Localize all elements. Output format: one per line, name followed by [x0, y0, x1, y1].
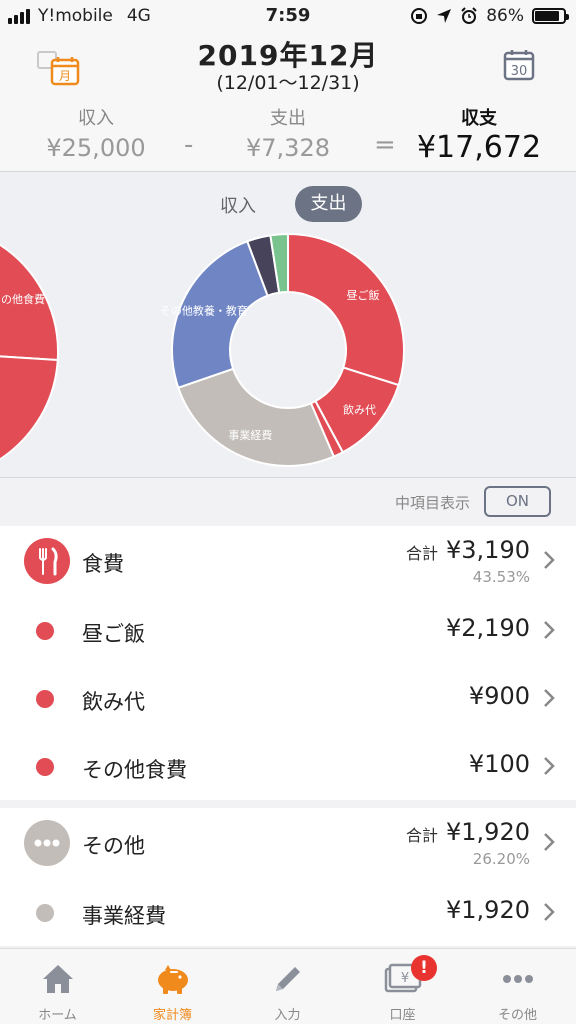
tab-more[interactable]: その他	[460, 949, 575, 1024]
status-bar: Y!mobile 4G 7:59 86%	[0, 0, 576, 34]
calendar-day-button[interactable]: 30	[502, 48, 536, 82]
status-right: 86%	[410, 6, 569, 26]
subcategory-amount: ¥900	[468, 682, 530, 710]
subcategory-toggle[interactable]: ON	[484, 486, 551, 517]
expense-value: ¥7,328	[246, 134, 330, 162]
category-group-food: 食費 合計 ¥3,190 43.53% 昼ご飯 ¥2,190 飲み代 ¥900 …	[0, 526, 576, 800]
balance-summary: 収支 ¥17,672	[404, 104, 554, 165]
slice-label: 飲み代	[343, 402, 376, 416]
category-list: 食費 合計 ¥3,190 43.53% 昼ご飯 ¥2,190 飲み代 ¥900 …	[0, 526, 576, 946]
slice-label: 昼ご飯	[347, 288, 380, 302]
subcategory-row[interactable]: 事業経費 ¥1,920	[0, 878, 576, 946]
slice-label: その他教養・教育	[160, 303, 248, 317]
balance-label: 収支	[461, 108, 497, 129]
home-icon	[43, 965, 73, 993]
equals-sign: =	[374, 130, 396, 160]
tab-home[interactable]: ホーム	[0, 949, 115, 1024]
month-header: 月 2019年12月 (12/01〜12/31) 30 収入 ¥25,000 -…	[0, 34, 576, 172]
donut-slice[interactable]	[177, 367, 336, 467]
subcategory-row[interactable]: 昼ご飯 ¥2,190	[0, 596, 576, 664]
location-icon	[437, 9, 452, 23]
piggy-bank-icon	[158, 965, 188, 994]
tab-label: 家計簿	[152, 1008, 192, 1023]
chevron-right-icon	[544, 903, 555, 921]
subcategory-row[interactable]: その他食費 ¥100	[0, 732, 576, 800]
tab-household-book[interactable]: 家計簿	[115, 949, 230, 1024]
chevron-right-icon	[544, 833, 555, 851]
slice-label: 事業経費	[228, 428, 272, 442]
color-dot	[36, 622, 54, 640]
fork-knife-icon	[24, 538, 70, 584]
calendar-icon: 30	[503, 50, 535, 81]
battery-icon	[532, 8, 569, 24]
notification-badge: !	[411, 955, 437, 981]
category-row-other[interactable]: その他 合計 ¥1,920 26.20%	[0, 808, 576, 878]
category-total: ¥1,920	[446, 818, 530, 846]
subcategory-name: 飲み代	[82, 690, 145, 714]
expense-summary: 支出 ¥7,328	[232, 104, 344, 162]
total-label: 合計	[405, 826, 438, 845]
category-row-food[interactable]: 食費 合計 ¥3,190 43.53%	[0, 526, 576, 596]
subcategory-amount: ¥100	[468, 750, 530, 778]
category-name: 食費	[82, 552, 124, 576]
more-dots-icon	[503, 975, 533, 983]
more-dots-icon	[24, 820, 70, 866]
svg-text:¥: ¥	[401, 971, 409, 986]
group-divider	[0, 800, 576, 808]
adjacent-chart-peek: その他食費	[0, 243, 59, 461]
subcategory-name: 昼ご飯	[82, 622, 145, 646]
subcategory-name: 事業経費	[82, 904, 166, 928]
category-percent: 26.20%	[472, 850, 530, 868]
expense-label: 支出	[270, 108, 306, 129]
category-percent: 43.53%	[472, 568, 530, 586]
income-label: 収入	[78, 108, 114, 129]
subcategory-amount: ¥2,190	[446, 614, 530, 642]
tab-bar: ホーム 家計簿 入力 ¥ ! 口座 その他	[0, 948, 576, 1024]
balance-value: ¥17,672	[416, 130, 542, 165]
color-dot	[36, 904, 54, 922]
summary-row: 収入 ¥25,000 - 支出 ¥7,328 = 収支 ¥17,672	[0, 104, 576, 166]
adjacent-chart-slice	[0, 355, 59, 461]
options-row: 中項目表示 ON	[0, 478, 576, 526]
category-total: ¥3,190	[446, 536, 530, 564]
adjacent-chart-label: その他食費	[0, 292, 45, 306]
tab-input[interactable]: 入力	[230, 949, 345, 1024]
donut-slice[interactable]	[287, 232, 405, 387]
segment-income[interactable]: 収入	[220, 192, 256, 218]
tab-label: 口座	[389, 1008, 416, 1023]
pencil-icon	[276, 967, 300, 991]
date-range: (12/01〜12/31)	[216, 72, 360, 94]
income-summary: 収入 ¥25,000	[40, 104, 152, 162]
tab-label: 入力	[274, 1008, 301, 1023]
subcategory-row[interactable]: 飲み代 ¥900	[0, 664, 576, 732]
chart-section: 昼ご飯飲み代事業経費 その他教養・教育 その他食費 収入 支出	[0, 172, 576, 478]
rotation-lock-icon	[411, 8, 428, 24]
alarm-icon	[461, 7, 477, 24]
subcategory-amount: ¥1,920	[446, 896, 530, 924]
calendar-day-label: 30	[511, 64, 528, 79]
total-label: 合計	[405, 544, 438, 563]
chevron-right-icon	[544, 551, 555, 569]
income-value: ¥25,000	[46, 134, 146, 162]
battery-percent: 86%	[486, 6, 524, 26]
subcategory-name: その他食費	[82, 758, 187, 782]
chevron-right-icon	[544, 757, 555, 775]
subcategory-display-label: 中項目表示	[395, 494, 471, 512]
tab-label: ホーム	[38, 1008, 77, 1023]
category-group-other: その他 合計 ¥1,920 26.20% 事業経費 ¥1,920	[0, 808, 576, 946]
chevron-right-icon	[544, 689, 555, 707]
chevron-right-icon	[544, 621, 555, 639]
category-name: その他	[82, 834, 145, 858]
minus-sign: -	[184, 130, 194, 160]
segment-expense[interactable]: 支出	[295, 186, 362, 222]
tab-label: その他	[497, 1008, 537, 1023]
income-expense-segment: 収入 支出	[0, 186, 576, 222]
color-dot	[36, 758, 54, 776]
color-dot	[36, 690, 54, 708]
tab-accounts[interactable]: ¥ ! 口座	[345, 949, 460, 1024]
